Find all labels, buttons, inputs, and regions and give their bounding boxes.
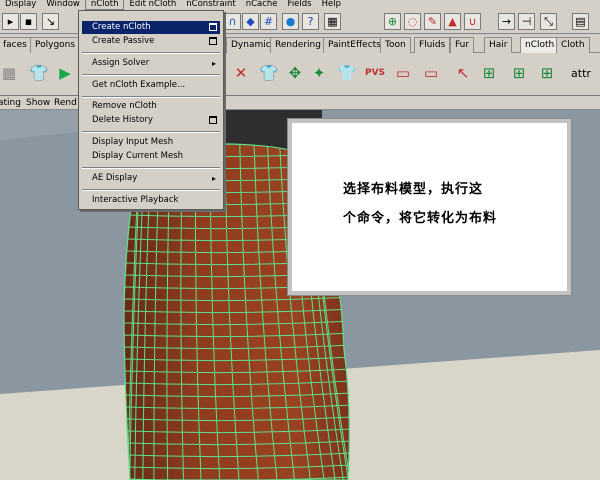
select-icon[interactable]: ↖ (450, 59, 476, 87)
cloth-mesh-icon[interactable]: ▦ (0, 59, 22, 87)
transform-icon[interactable]: ✥ (282, 59, 308, 87)
tab-painteffects[interactable]: PaintEffects (323, 37, 386, 53)
menu-item-get-ncloth-example[interactable]: Get nCloth Example... (82, 79, 220, 92)
panel-menu-show[interactable]: Show (26, 96, 50, 110)
menu-item-create-ncloth[interactable]: Create nCloth (82, 21, 220, 34)
folder-icon[interactable]: ▸ (2, 13, 19, 30)
annotation-callout: 选择布料模型，执行这 个命令，将它转化为布料 (288, 119, 571, 295)
menu-nconstraint[interactable]: nConstraint (181, 0, 240, 10)
cache-create-icon[interactable]: ▭ (390, 59, 416, 87)
pin-icon[interactable]: ✦ (306, 59, 332, 87)
menu-separator (82, 131, 220, 133)
menu-item-remove-ncloth[interactable]: Remove nCloth (82, 100, 220, 113)
submenu-arrow-icon: ▸ (211, 174, 216, 183)
lasso-icon[interactable]: ◌ (404, 13, 421, 30)
menu-item-label: Interactive Playback (92, 195, 179, 205)
menu-separator (82, 74, 220, 76)
render-view-icon[interactable]: ▤ (572, 13, 589, 30)
annotation-line-1: 选择布料模型，执行这 (343, 182, 484, 197)
menu-item-delete-history[interactable]: Delete History (82, 114, 220, 127)
constraint-icon[interactable]: ✕ (228, 59, 254, 87)
menu-separator (82, 96, 220, 98)
tab-ncloth[interactable]: nCloth (520, 37, 560, 53)
snap-icon[interactable]: ⊕ (384, 13, 401, 30)
tab-rendering[interactable]: Rendering (270, 37, 326, 53)
layout-icon[interactable]: ⤡ (540, 13, 557, 30)
paint-icon[interactable]: ✎ (424, 13, 441, 30)
cache-delete-icon[interactable]: ▭ (418, 59, 444, 87)
panel-menu-renderer[interactable]: Rend (54, 96, 77, 110)
question-icon[interactable]: ? (302, 13, 319, 30)
sphere-icon[interactable]: ● (282, 13, 299, 30)
menu-item-label: Delete History (92, 115, 153, 125)
cloth-attr-icon[interactable]: 👕 (334, 59, 360, 87)
menu-item-label: Display Current Mesh (92, 151, 184, 161)
grid-icon[interactable]: # (260, 13, 277, 30)
render-icon[interactable]: ▦ (324, 13, 341, 30)
create-ncloth-icon[interactable]: 👕 (256, 59, 282, 87)
menu-ncache[interactable]: nCache (241, 0, 283, 10)
menu-fields[interactable]: Fields (283, 0, 317, 10)
menu-item-label: Create nCloth (92, 22, 151, 32)
diamond-icon[interactable]: ◆ (242, 13, 259, 30)
tab-fur[interactable]: Fur (450, 37, 475, 53)
shirt-icon[interactable]: 👕 (26, 59, 52, 87)
menu-display[interactable]: Display (0, 0, 41, 10)
menu-item-label: Assign Solver (92, 58, 150, 68)
save-icon[interactable]: ▪ (20, 13, 37, 30)
menu-separator (82, 189, 220, 191)
menu-item-label: AE Display (92, 173, 138, 183)
menu-item-display-current-mesh[interactable]: Display Current Mesh (82, 150, 220, 163)
attr-icon[interactable]: attr (562, 59, 600, 87)
panel-menu-shading[interactable]: ating (0, 96, 21, 110)
menu-bar: Display Window nCloth Edit nCloth nConst… (0, 0, 600, 10)
menu-item-ae-display[interactable]: AE Display ▸ (82, 172, 220, 185)
magnet-icon[interactable]: ∩ (224, 13, 241, 30)
menu-help[interactable]: Help (317, 0, 346, 10)
tab-cloth[interactable]: Cloth (556, 37, 590, 53)
tab-hair[interactable]: Hair (484, 37, 513, 53)
menu-item-display-input-mesh[interactable]: Display Input Mesh (82, 136, 220, 149)
menu-edit-ncloth[interactable]: Edit nCloth (124, 0, 181, 10)
submenu-arrow-icon: ▸ (211, 59, 216, 68)
option-box-icon[interactable] (209, 37, 217, 45)
menu-separator (82, 52, 220, 54)
ncloth-dropdown-menu: Create nCloth Create Passive Assign Solv… (78, 10, 224, 210)
option-box-icon[interactable] (209, 116, 217, 124)
menu-item-label: Remove nCloth (92, 101, 157, 111)
cone-icon[interactable]: ▲ (444, 13, 461, 30)
menu-item-interactive-playback[interactable]: Interactive Playback (82, 194, 220, 207)
horseshoe-icon[interactable]: ∪ (464, 13, 481, 30)
tab-polygons[interactable]: Polygons (30, 37, 81, 53)
menu-window[interactable]: Window (41, 0, 85, 10)
tab-fluids[interactable]: Fluids (414, 37, 451, 53)
nconstraint-icon[interactable]: ⊞ (506, 59, 532, 87)
transform-constraint-icon[interactable]: ⊞ (534, 59, 560, 87)
pvs-icon[interactable]: PVS (362, 59, 388, 87)
option-box-icon[interactable] (209, 23, 217, 31)
tab-faces[interactable]: faces (0, 37, 32, 53)
play-icon[interactable]: ▶ (52, 59, 78, 87)
tab-toon[interactable]: Toon (380, 37, 411, 53)
menu-item-assign-solver[interactable]: Assign Solver ▸ (82, 57, 220, 70)
menu-item-label: Create Passive (92, 36, 155, 46)
menu-item-label: Get nCloth Example... (92, 80, 186, 90)
menu-ncloth[interactable]: nCloth (84, 0, 125, 10)
menu-item-create-passive[interactable]: Create Passive (82, 35, 220, 48)
annotation-line-2: 个命令，将它转化为布料 (343, 211, 498, 226)
menu-item-label: Display Input Mesh (92, 137, 174, 147)
component-icon[interactable]: ⊞ (476, 59, 502, 87)
menu-separator (82, 167, 220, 169)
output-icon[interactable]: ⊣ (518, 13, 535, 30)
attr-label: attr (571, 66, 591, 80)
arrow-icon[interactable]: ↘ (42, 13, 59, 30)
input-icon[interactable]: → (498, 13, 515, 30)
